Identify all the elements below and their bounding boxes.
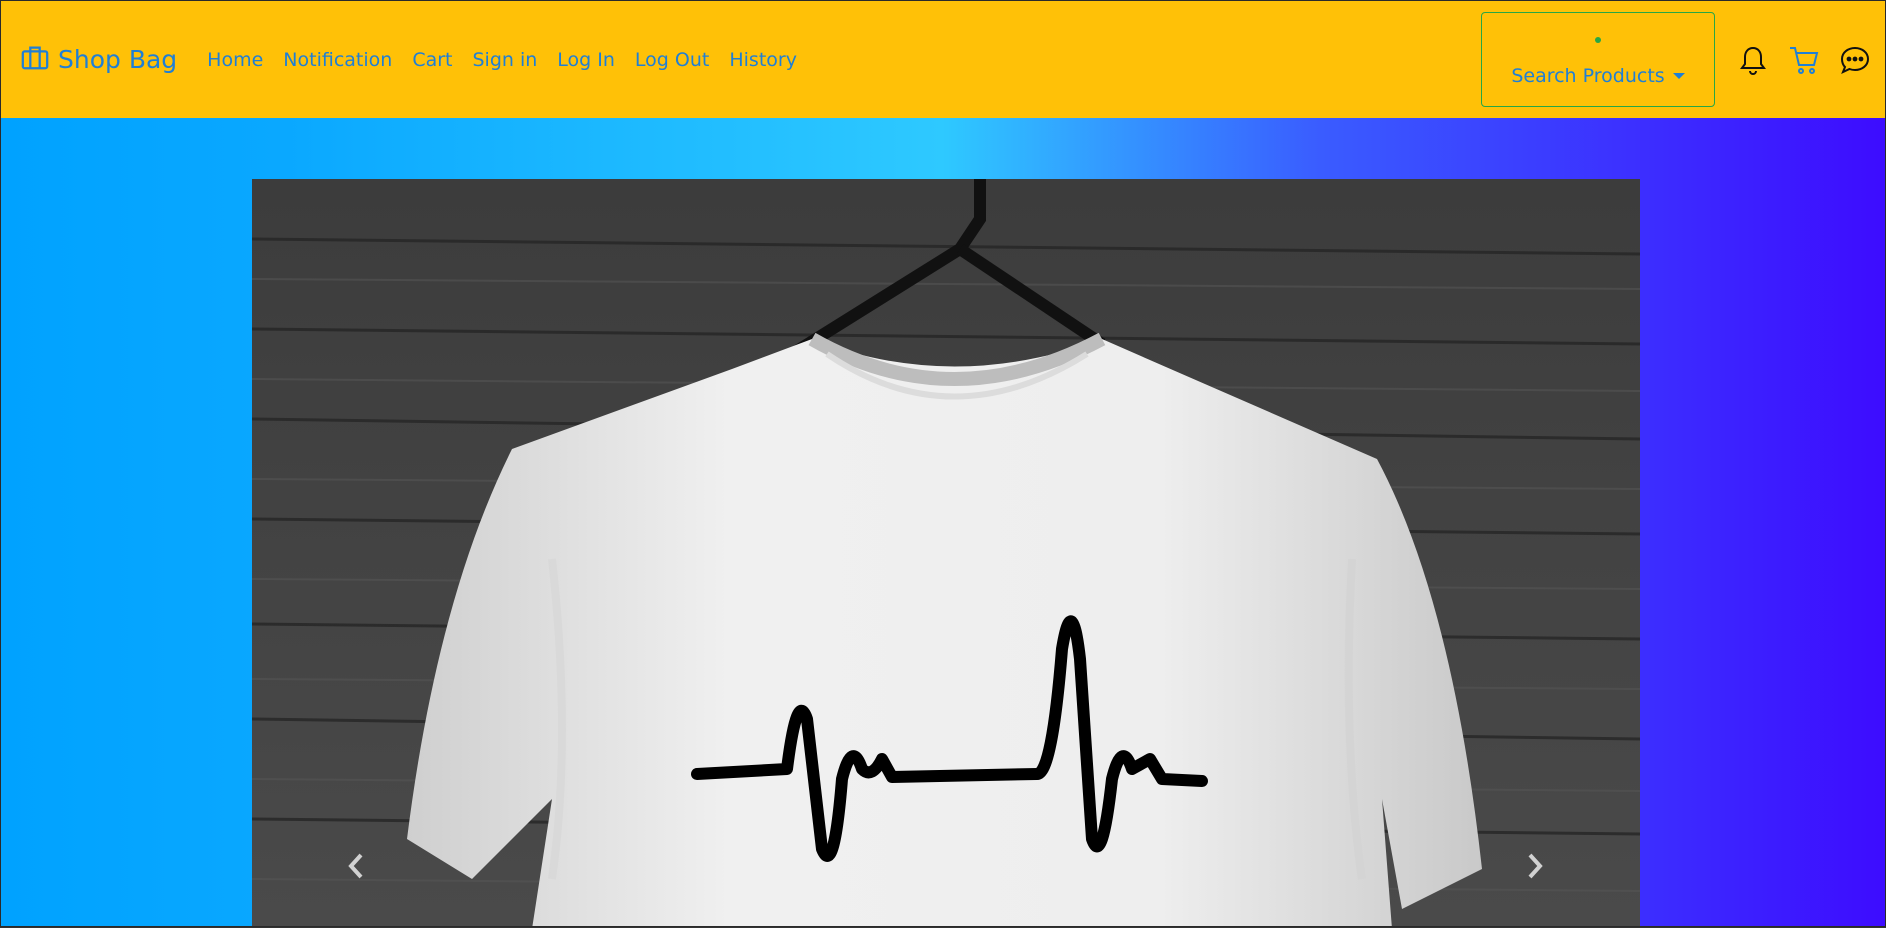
- chevron-right-icon[interactable]: [1515, 841, 1555, 891]
- bell-icon[interactable]: [1736, 43, 1770, 77]
- nav-cart[interactable]: Cart: [402, 49, 462, 71]
- brand-link[interactable]: Shop Bag: [20, 42, 177, 78]
- briefcase-icon: [20, 42, 50, 78]
- caret-down-icon: [1672, 72, 1685, 79]
- carousel-slide-image: [252, 179, 1640, 926]
- nav-sign-in[interactable]: Sign in: [462, 49, 547, 71]
- nav-log-out[interactable]: Log Out: [625, 49, 719, 71]
- nav-history[interactable]: History: [719, 49, 807, 71]
- nav-notification[interactable]: Notification: [273, 49, 402, 71]
- cart-icon[interactable]: [1787, 43, 1821, 77]
- nav-log-in[interactable]: Log In: [547, 49, 625, 71]
- chat-icon[interactable]: [1838, 43, 1872, 77]
- status-dot: [1595, 36, 1601, 43]
- nav-links: Home Notification Cart Sign in Log In Lo…: [197, 49, 807, 71]
- brand-name: Shop Bag: [58, 45, 178, 74]
- search-products-dropdown[interactable]: Search Products: [1481, 12, 1715, 107]
- chevron-left-icon[interactable]: [336, 841, 376, 891]
- navbar: Shop Bag Home Notification Cart Sign in …: [1, 1, 1885, 118]
- search-products-label: Search Products: [1511, 64, 1665, 87]
- nav-home[interactable]: Home: [197, 49, 273, 71]
- page-frame: Shop Bag Home Notification Cart Sign in …: [0, 0, 1886, 927]
- product-carousel: [252, 179, 1640, 926]
